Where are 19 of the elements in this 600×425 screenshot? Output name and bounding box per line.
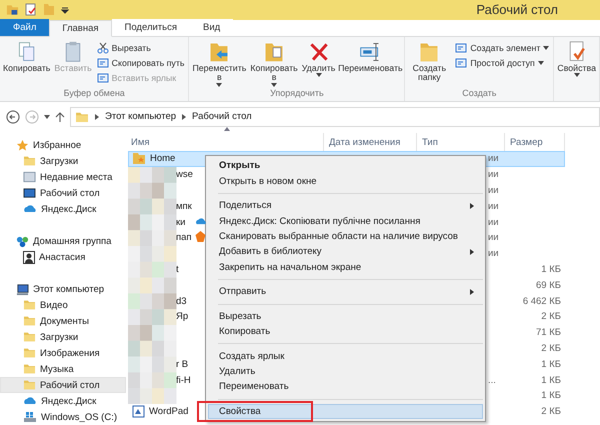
file-name: Home bbox=[150, 153, 176, 164]
file-type: ии bbox=[488, 169, 499, 180]
window-title: Рабочий стол bbox=[476, 2, 558, 18]
file-type: ии bbox=[488, 153, 499, 164]
file-name: wse bbox=[176, 169, 193, 180]
file-size: 1 КБ bbox=[540, 358, 562, 370]
group-label: Упорядочить bbox=[269, 88, 325, 100]
file-name: d3 bbox=[176, 296, 187, 307]
file-name: r B bbox=[176, 358, 188, 370]
file-size: 1 КБ bbox=[540, 390, 562, 402]
group-label: Создать bbox=[461, 88, 498, 100]
file-size: 1 КБ bbox=[540, 374, 562, 386]
group-label: Буфер обмена bbox=[62, 88, 126, 100]
file-size: 6 462 КБ bbox=[522, 296, 562, 307]
file-size: 2 КБ bbox=[540, 406, 562, 418]
file-name: WordPad bbox=[149, 406, 188, 418]
file-type: ... bbox=[488, 374, 496, 386]
file-type: ии bbox=[488, 184, 499, 196]
file-name: fi-H bbox=[176, 374, 191, 386]
